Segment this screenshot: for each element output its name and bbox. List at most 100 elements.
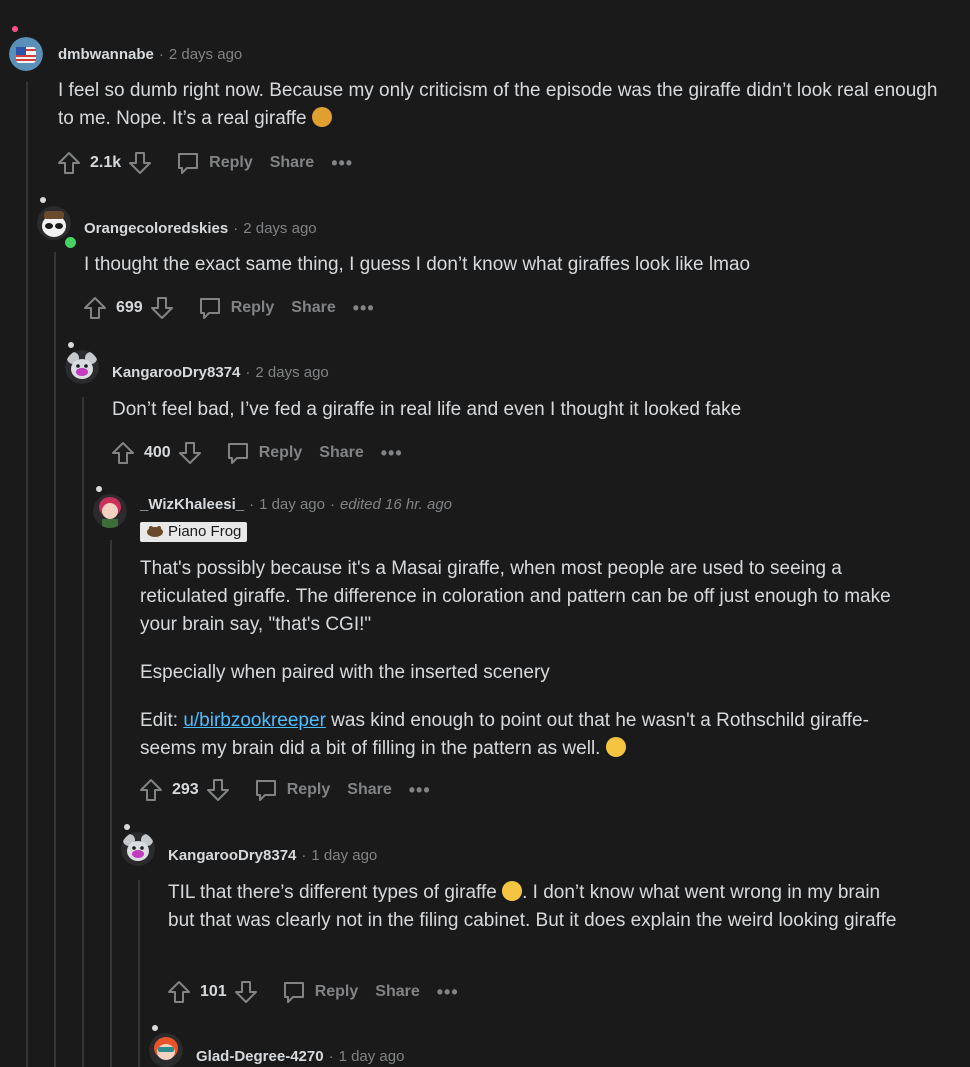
snoo-antenna-icon xyxy=(40,197,46,203)
upvote-icon[interactable] xyxy=(82,295,108,321)
thread-line[interactable] xyxy=(110,540,112,1067)
user-flair: Piano Frog xyxy=(140,522,248,542)
vote-score: 699 xyxy=(116,299,143,316)
comment-meta: KangarooDry8374 · 2 days ago xyxy=(112,364,329,381)
username[interactable]: Orangecoloredskies xyxy=(84,220,228,237)
username[interactable]: KangarooDry8374 xyxy=(168,847,296,864)
share-button[interactable]: Share xyxy=(291,299,335,317)
comment-actions: 2.1k Reply Share ••• xyxy=(56,148,353,178)
vote-score: 400 xyxy=(144,444,171,461)
edit-prefix: Edit: xyxy=(140,710,184,731)
giraffe-emoji-icon xyxy=(311,107,332,127)
reply-button[interactable]: Reply xyxy=(253,777,331,803)
share-button[interactable]: Share xyxy=(270,154,314,172)
upvote-icon[interactable] xyxy=(56,150,82,176)
comment-thread: dmbwannabe · 2 days ago I feel so dumb rig… xyxy=(0,0,970,1067)
thread-line[interactable] xyxy=(82,397,84,1067)
comment-meta: Glad-Degree-4270 · 1 day ago xyxy=(196,1048,404,1065)
reply-label: Reply xyxy=(230,299,275,316)
snoo-antenna-icon xyxy=(12,26,18,32)
more-options-button[interactable]: ••• xyxy=(381,443,403,464)
upvote-icon[interactable] xyxy=(110,440,136,466)
reply-label: Reply xyxy=(286,781,331,798)
online-status-icon xyxy=(63,235,78,250)
more-options-button[interactable]: ••• xyxy=(409,780,431,801)
reply-button[interactable]: Reply xyxy=(225,440,302,466)
comment-bubble-icon xyxy=(197,295,223,321)
comment-meta: dmbwannabe · 2 days ago xyxy=(58,46,242,63)
downvote-icon[interactable] xyxy=(205,777,231,803)
user-link[interactable]: u/birbzookreeper xyxy=(183,710,326,731)
comment-actions: 101 Reply Share ••• xyxy=(166,977,459,1007)
upvote-icon[interactable] xyxy=(166,979,192,1005)
sweat-smile-emoji-icon xyxy=(502,881,523,901)
comment-bubble-icon xyxy=(225,440,251,466)
snoo-antenna-icon xyxy=(124,824,130,830)
snoo-antenna-icon xyxy=(152,1025,158,1031)
comment-bubble-icon xyxy=(175,150,201,176)
separator: · xyxy=(328,1048,334,1065)
avatar[interactable] xyxy=(9,37,43,71)
more-options-button[interactable]: ••• xyxy=(353,298,375,319)
username[interactable]: _WizKhaleesi_ xyxy=(140,496,244,513)
avatar[interactable] xyxy=(93,494,127,528)
comment-actions: 400 Reply Share ••• xyxy=(110,438,403,468)
comment-text: I thought the exact same thing, I guess … xyxy=(84,254,751,275)
separator: · xyxy=(249,496,255,513)
share-button[interactable]: Share xyxy=(347,781,391,799)
avatar[interactable] xyxy=(37,206,71,240)
comment-bubble-icon xyxy=(253,777,279,803)
comment-meta: _WizKhaleesi_ · 1 day ago · edited 16 hr. ag… xyxy=(140,496,452,513)
avatar[interactable] xyxy=(149,1033,183,1067)
reply-button[interactable]: Reply xyxy=(175,150,253,176)
comment-body: I feel so dumb right now. Because my onl… xyxy=(58,77,938,133)
timestamp[interactable]: 2 days ago xyxy=(169,46,242,63)
username[interactable]: Glad-Degree-4270 xyxy=(196,1048,324,1065)
reply-button[interactable]: Reply xyxy=(197,295,275,321)
username[interactable]: dmbwannabe xyxy=(58,46,154,63)
comment-text: Especially when paired with the inserted… xyxy=(140,662,550,683)
timestamp[interactable]: 1 day ago xyxy=(311,847,377,864)
comment-text: I feel so dumb right now. Because my onl… xyxy=(58,80,938,129)
frog-icon xyxy=(146,524,164,537)
avatar[interactable] xyxy=(65,350,99,384)
thread-line[interactable] xyxy=(26,82,28,1067)
timestamp[interactable]: 2 days ago xyxy=(243,220,316,237)
downvote-icon[interactable] xyxy=(177,440,203,466)
avatar[interactable] xyxy=(121,832,155,866)
comment-meta: KangarooDry8374 · 1 day ago xyxy=(168,847,377,864)
laughing-emoji-icon xyxy=(605,737,626,757)
comment-text: TIL that there’s different types of gira… xyxy=(168,882,503,903)
comment-text: Don’t feel bad, I’ve fed a giraffe in re… xyxy=(112,399,742,420)
edited-label: edited 16 hr. ago xyxy=(339,496,452,513)
vote-score: 293 xyxy=(172,781,199,798)
separator: · xyxy=(329,496,335,513)
reply-label: Reply xyxy=(209,154,253,171)
comment-body: That's possibly because it's a Masai gir… xyxy=(140,555,910,763)
comment-meta: Orangecoloredskies · 2 days ago xyxy=(84,220,317,237)
comment-text: That's possibly because it's a Masai gir… xyxy=(140,558,891,635)
snoo-antenna-icon xyxy=(96,486,102,492)
comment-bubble-icon xyxy=(281,979,307,1005)
vote-score: 2.1k xyxy=(90,154,122,171)
timestamp[interactable]: 2 days ago xyxy=(255,364,328,381)
snoo-antenna-icon xyxy=(68,342,74,348)
thread-line[interactable] xyxy=(138,880,140,1067)
reply-button[interactable]: Reply xyxy=(281,979,358,1005)
downvote-icon[interactable] xyxy=(233,979,259,1005)
comment-body: TIL that there’s different types of gira… xyxy=(168,879,908,935)
share-button[interactable]: Share xyxy=(375,983,419,1001)
comment-actions: 293 Reply Share ••• xyxy=(138,775,431,805)
more-options-button[interactable]: ••• xyxy=(437,982,459,1003)
more-options-button[interactable]: ••• xyxy=(331,153,353,174)
downvote-icon[interactable] xyxy=(149,295,175,321)
downvote-icon[interactable] xyxy=(127,150,153,176)
thread-line[interactable] xyxy=(54,252,56,1067)
separator: · xyxy=(158,46,164,63)
timestamp[interactable]: 1 day ago xyxy=(259,496,325,513)
upvote-icon[interactable] xyxy=(138,777,164,803)
timestamp[interactable]: 1 day ago xyxy=(339,1048,405,1065)
separator: · xyxy=(245,364,251,381)
share-button[interactable]: Share xyxy=(319,444,363,462)
username[interactable]: KangarooDry8374 xyxy=(112,364,240,381)
